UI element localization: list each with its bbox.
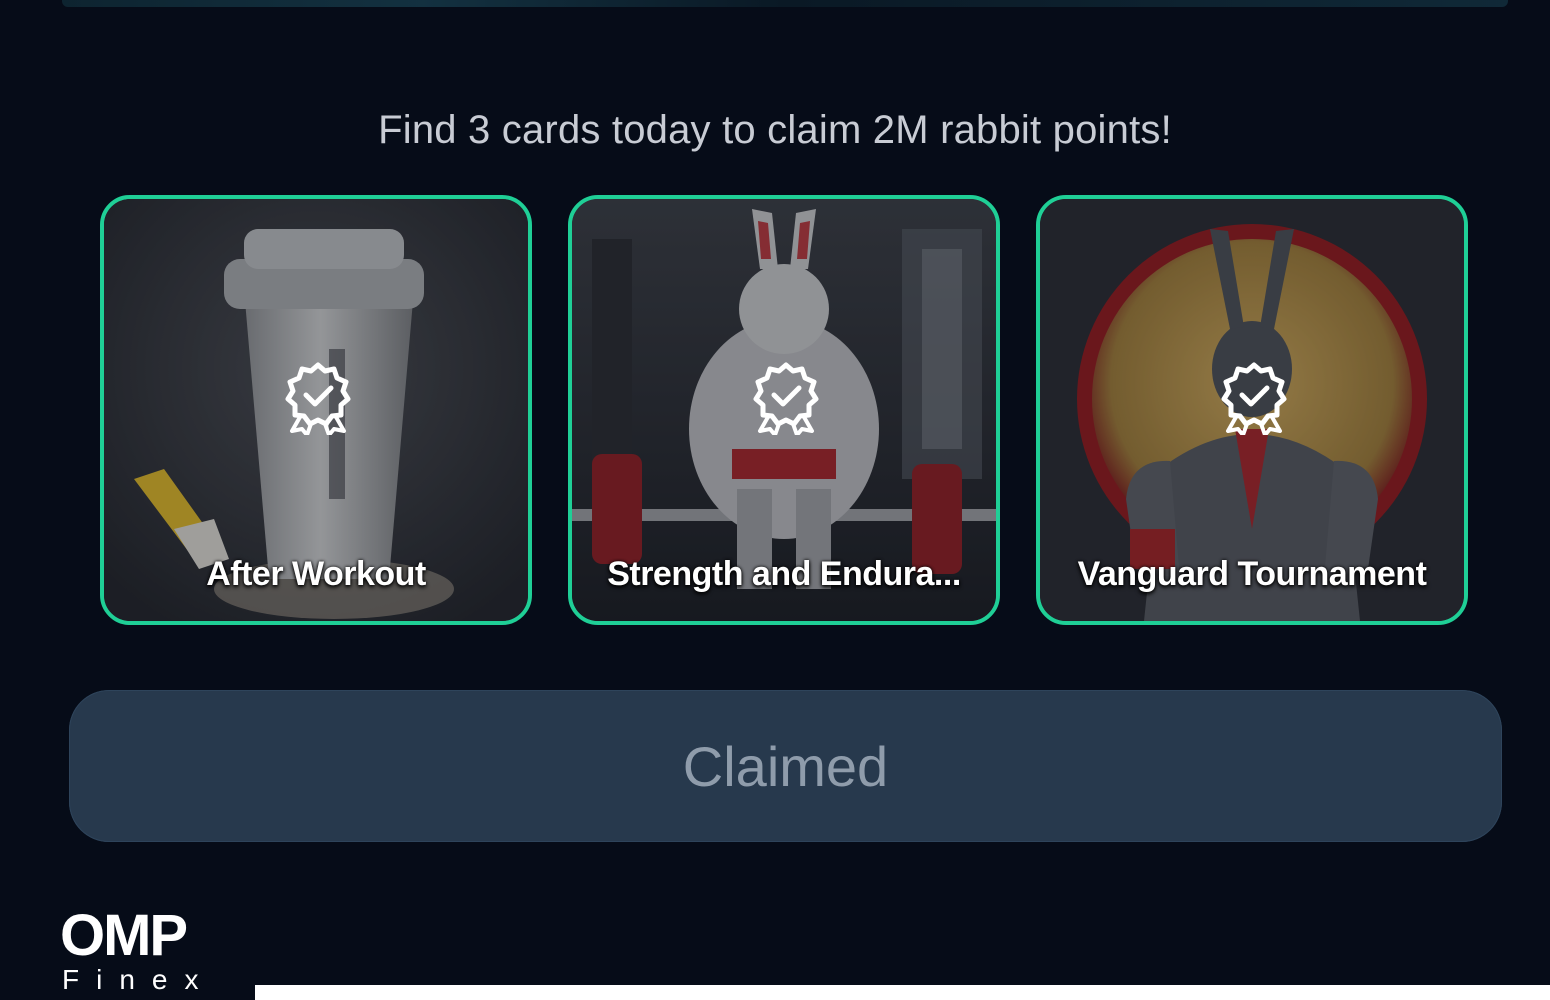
daily-cards-screen: Find 3 cards today to claim 2M rabbit po… — [0, 0, 1550, 1000]
card-title: After Workout — [206, 555, 426, 593]
cards-row: After Workout Strength and Endura... Van… — [100, 195, 1472, 629]
claimed-button[interactable]: Claimed — [69, 690, 1502, 842]
card-title: Vanguard Tournament — [1077, 555, 1427, 593]
logo-brand: OMP — [60, 903, 188, 968]
daily-combo-headline: Find 3 cards today to claim 2M rabbit po… — [378, 108, 1172, 152]
top-banner-edge — [62, 0, 1508, 7]
award-check-icon — [285, 362, 351, 435]
card-title: Strength and Endura... — [607, 555, 961, 593]
card-strength-and-endurance[interactable]: Strength and Endura... — [568, 195, 1000, 625]
award-check-icon — [753, 362, 819, 435]
award-check-icon — [1221, 362, 1287, 435]
bottom-edge-bar — [255, 985, 1550, 1000]
omp-finex-logo: OMP Finex — [60, 905, 260, 995]
logo-sub: Finex — [62, 964, 216, 995]
card-vanguard-tournament[interactable]: Vanguard Tournament — [1036, 195, 1468, 625]
card-after-workout[interactable]: After Workout — [100, 195, 532, 625]
